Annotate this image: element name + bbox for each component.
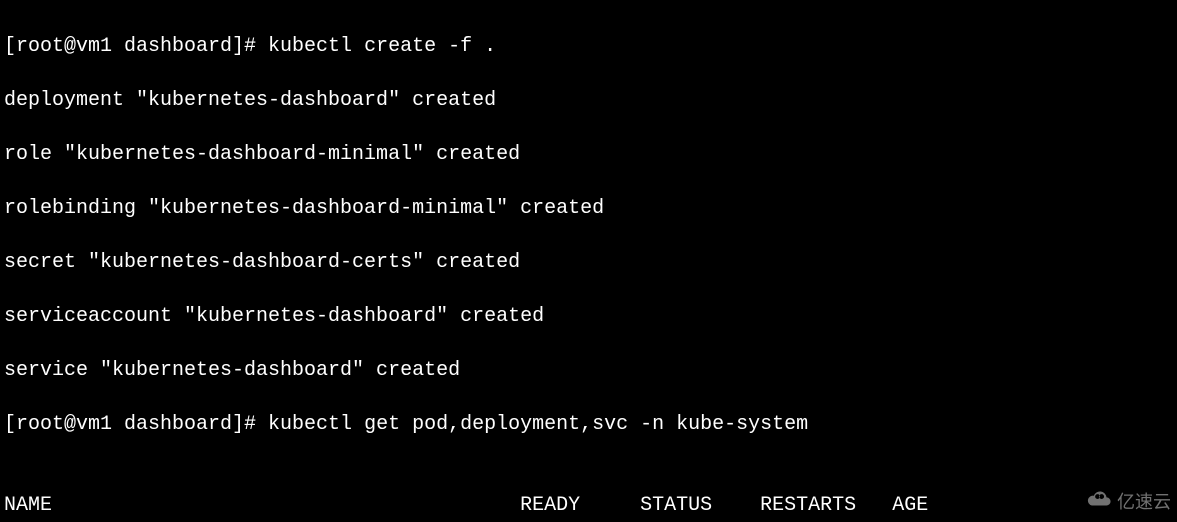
shell-prompt: [root@vm1 dashboard]# [4,35,268,58]
command-text: kubectl get pod,deployment,svc -n kube-s… [268,413,808,436]
output-line: service "kubernetes-dashboard" created [4,357,1173,384]
output-line: rolebinding "kubernetes-dashboard-minima… [4,195,1173,222]
terminal[interactable]: [root@vm1 dashboard]# kubectl create -f … [0,0,1177,522]
output-line: serviceaccount "kubernetes-dashboard" cr… [4,303,1173,330]
prompt-line-2: [root@vm1 dashboard]# kubectl get pod,de… [4,411,1173,438]
prompt-line-1: [root@vm1 dashboard]# kubectl create -f … [4,33,1173,60]
output-line: secret "kubernetes-dashboard-certs" crea… [4,249,1173,276]
shell-prompt: [root@vm1 dashboard]# [4,413,268,436]
output-line: role "kubernetes-dashboard-minimal" crea… [4,141,1173,168]
command-text: kubectl create -f . [268,35,496,58]
pods-header: NAME READY STATUS RESTARTS AGE [4,492,1173,519]
output-line: deployment "kubernetes-dashboard" create… [4,87,1173,114]
